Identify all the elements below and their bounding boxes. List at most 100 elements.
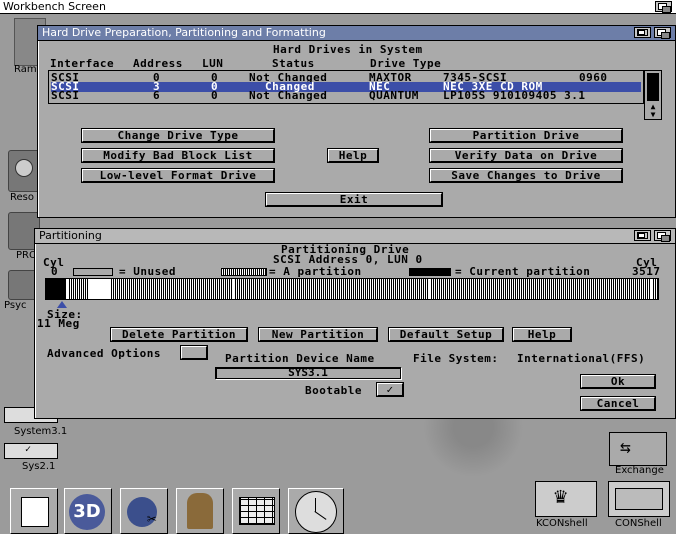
- checkmark-icon: ✓: [25, 444, 32, 455]
- size-value: 11 Meg: [37, 317, 80, 330]
- verify-data-button[interactable]: Verify Data on Drive: [429, 148, 623, 163]
- drive-2-model: LP105S 910109405 3.1: [443, 89, 586, 102]
- partition-drive-button[interactable]: Partition Drive: [429, 128, 623, 143]
- legend-unused: = Unused: [119, 265, 176, 278]
- partition-segment-1[interactable]: [88, 279, 110, 299]
- part-depth-icon[interactable]: [654, 230, 671, 242]
- col-drive-type: Drive Type: [370, 57, 442, 70]
- conshell-icon[interactable]: [608, 481, 670, 517]
- dock-paint-button[interactable]: ✂: [120, 488, 168, 534]
- device-name-input[interactable]: SYS3.1: [215, 367, 401, 379]
- drag-handle-icon[interactable]: [57, 301, 67, 308]
- legend-partition: = A partition: [269, 265, 362, 278]
- col-interface: Interface: [50, 57, 115, 70]
- device-name-label: Partition Device Name: [225, 352, 375, 365]
- lowlevel-format-button[interactable]: Low-level Format Drive: [81, 168, 275, 183]
- hd-window-title: Hard Drive Preparation, Partitioning and…: [42, 26, 326, 39]
- kconshell-label: KCONshell: [536, 518, 588, 529]
- legend-current: = Current partition: [455, 265, 591, 278]
- partitioning-window[interactable]: Partitioning Partitioning Drive SCSI Add…: [34, 228, 676, 419]
- drives-scrollbar[interactable]: ▲ ▼: [644, 70, 662, 120]
- cyl-start-value: 0: [51, 265, 59, 278]
- ram-label: Ram: [14, 64, 37, 75]
- screen-depth-icon[interactable]: [655, 1, 672, 13]
- arrows-icon: ⇆: [620, 437, 631, 458]
- 3d-logo-icon: 3D: [69, 494, 105, 530]
- notepad-icon: [21, 497, 49, 527]
- partition-divider: [66, 279, 68, 299]
- exchange-label: Exchange: [615, 465, 664, 476]
- psyc-label: Psyc: [4, 300, 27, 311]
- scrollbar-knob[interactable]: [647, 73, 659, 101]
- crown-icon: ♛: [554, 484, 568, 509]
- new-partition-button[interactable]: New Partition: [258, 327, 378, 342]
- exchange-icon[interactable]: ⇆: [609, 432, 667, 466]
- sys2-label: Sys2.1: [22, 461, 56, 472]
- drive-2-address: 6: [153, 89, 161, 102]
- system3-label: System3.1: [14, 426, 68, 437]
- hd-depth-icon[interactable]: [654, 27, 671, 39]
- part-zoom-icon[interactable]: [634, 230, 651, 241]
- dock-clock-button[interactable]: [288, 488, 344, 534]
- drive-2-vendor: QUANTUM: [369, 89, 419, 102]
- pharaoh-icon: [187, 493, 213, 529]
- drive-2-status: Not Changed: [249, 89, 328, 102]
- hd-titlebar[interactable]: Hard Drive Preparation, Partitioning and…: [38, 26, 675, 41]
- screen-title: Workbench Screen: [3, 0, 106, 13]
- save-changes-button[interactable]: Save Changes to Drive: [429, 168, 623, 183]
- device-name-value: SYS3.1: [288, 366, 328, 379]
- hd-help-button[interactable]: Help: [327, 148, 379, 163]
- legend-current-swatch: [409, 268, 451, 276]
- dock-notepad-button[interactable]: [10, 488, 58, 534]
- drive-2-lun: 0: [211, 89, 219, 102]
- partition-divider: [232, 279, 235, 299]
- legend-partition-swatch: [221, 268, 267, 276]
- col-status: Status: [272, 57, 315, 70]
- drive-row-2[interactable]: SCSI 6 0 Not Changed QUANTUM LP105S 9101…: [51, 89, 641, 102]
- bootable-label: Bootable: [305, 384, 362, 397]
- clock-icon: [295, 491, 337, 533]
- scissors-icon: ✂: [147, 509, 157, 528]
- advanced-options-checkbox[interactable]: [180, 345, 208, 360]
- calendar-icon: [239, 497, 275, 525]
- advanced-options-label: Advanced Options: [47, 347, 161, 360]
- col-address: Address: [133, 57, 183, 70]
- hd-zoom-icon[interactable]: [634, 27, 651, 38]
- change-drive-type-button[interactable]: Change Drive Type: [81, 128, 275, 143]
- conshell-label: CONShell: [615, 518, 662, 529]
- partitioning-subheading: SCSI Address 0, LUN 0: [273, 253, 423, 266]
- filesystem-label: File System:: [413, 352, 499, 365]
- partition-divider: [650, 279, 653, 299]
- default-setup-button[interactable]: Default Setup: [388, 327, 504, 342]
- cyl-end-value: 3517: [632, 265, 661, 278]
- drives-list-title: Hard Drives in System: [273, 43, 423, 56]
- scroll-down-icon[interactable]: ▼: [645, 111, 661, 119]
- col-lun: LUN: [202, 57, 224, 70]
- ok-button[interactable]: Ok: [580, 374, 656, 389]
- partition-divider: [428, 279, 431, 299]
- current-partition-segment[interactable]: [46, 279, 66, 299]
- dock-3d-button[interactable]: 3D: [64, 488, 112, 534]
- dock-calendar-button[interactable]: [232, 488, 280, 534]
- sys2-disk-icon[interactable]: ✓: [4, 443, 58, 459]
- delete-partition-button[interactable]: Delete Partition: [110, 327, 248, 342]
- partition-bar[interactable]: [45, 278, 659, 300]
- modify-bad-block-button[interactable]: Modify Bad Block List: [81, 148, 275, 163]
- drive-2-iface: SCSI: [51, 89, 80, 102]
- drives-list[interactable]: SCSI 0 0 Not Changed MAXTOR 7345-SCSI 09…: [48, 70, 644, 104]
- dock-pharaoh-button[interactable]: [176, 488, 224, 534]
- bootable-checkbox[interactable]: ✓: [376, 382, 404, 397]
- screen-title-bar[interactable]: Workbench Screen: [0, 0, 676, 14]
- exit-button[interactable]: Exit: [265, 192, 443, 207]
- reso-label: Reso: [10, 192, 34, 203]
- kconshell-icon[interactable]: ♛: [535, 481, 597, 517]
- part-titlebar[interactable]: Partitioning: [35, 229, 675, 244]
- checkmark-icon: ✓: [386, 383, 394, 396]
- filesystem-value: International(FFS): [517, 352, 646, 365]
- cancel-button[interactable]: Cancel: [580, 396, 656, 411]
- part-help-button[interactable]: Help: [512, 327, 572, 342]
- legend-unused-swatch: [73, 268, 113, 276]
- hd-prep-window[interactable]: Hard Drive Preparation, Partitioning and…: [37, 25, 676, 218]
- reso-drive-icon[interactable]: [8, 150, 40, 192]
- part-window-title: Partitioning: [39, 229, 102, 242]
